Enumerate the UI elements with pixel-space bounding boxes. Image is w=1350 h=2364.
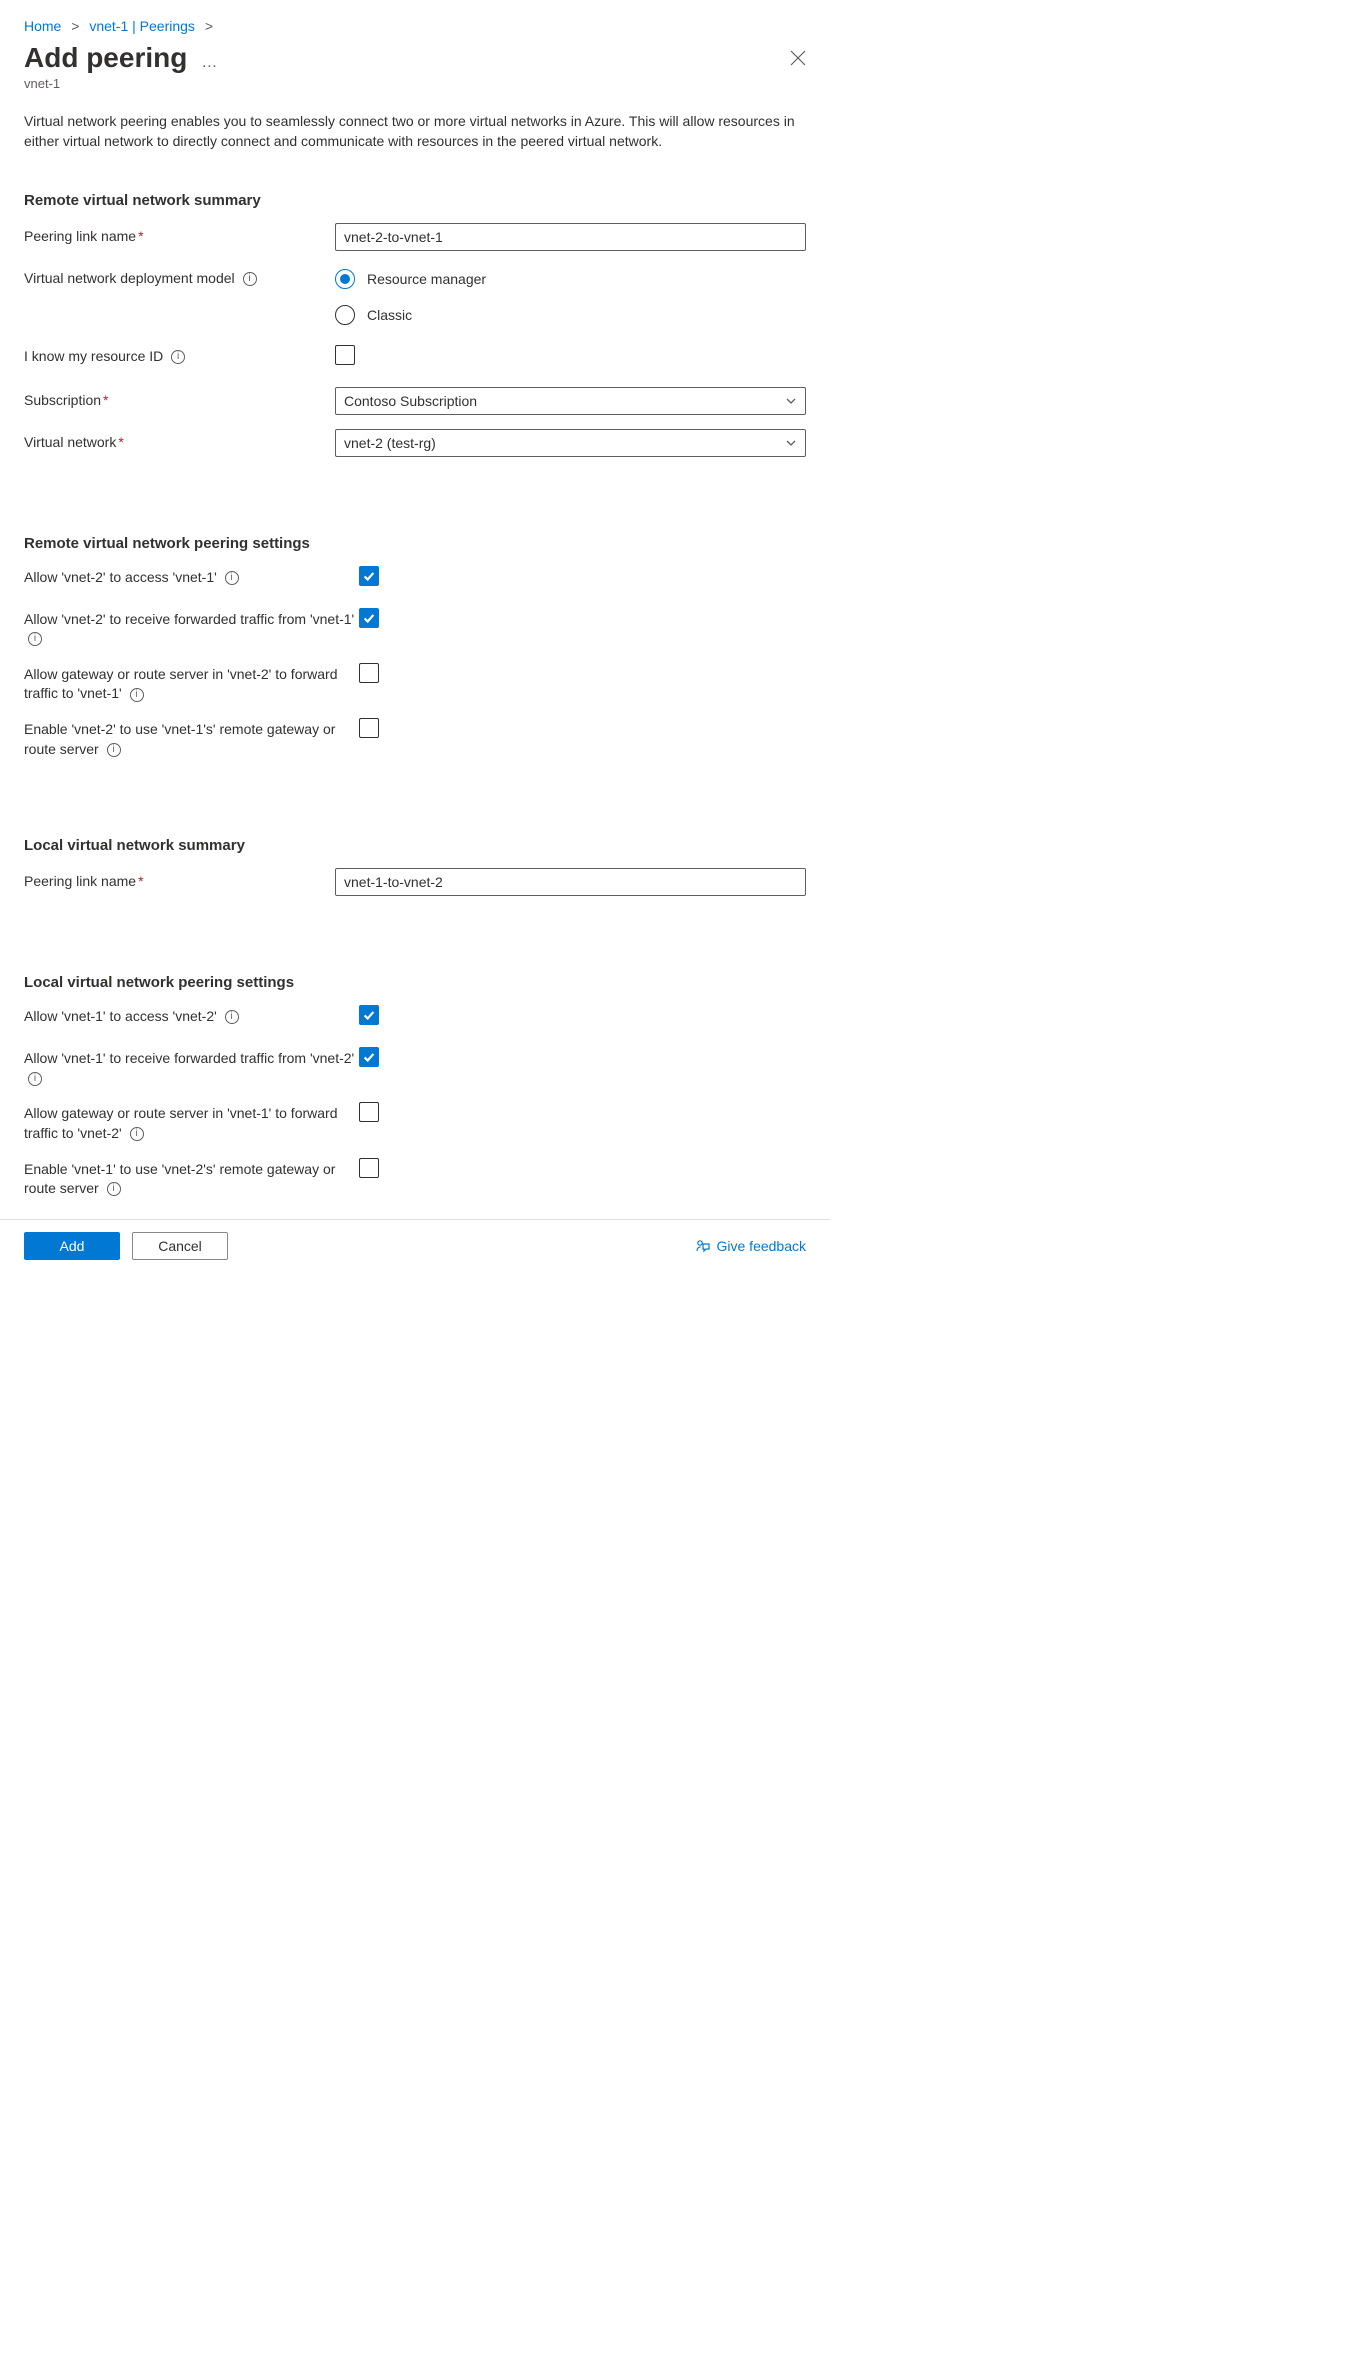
remote-use-remote-gateway-checkbox[interactable]: [359, 718, 379, 738]
page-subtitle: vnet-1: [24, 76, 806, 91]
radio-label: Resource manager: [367, 271, 486, 287]
chevron-down-icon: [785, 437, 797, 449]
info-icon[interactable]: i: [243, 272, 257, 286]
virtual-network-select[interactable]: vnet-2 (test-rg): [335, 429, 806, 457]
remote-allow-gateway-label: Allow gateway or route server in 'vnet-2…: [24, 663, 359, 704]
local-allow-access-checkbox[interactable]: [359, 1005, 379, 1025]
chevron-right-icon: >: [65, 18, 85, 34]
info-icon[interactable]: i: [107, 1182, 121, 1196]
give-feedback-link[interactable]: Give feedback: [695, 1238, 807, 1254]
select-value: vnet-2 (test-rg): [344, 435, 436, 451]
chevron-right-icon: >: [199, 18, 219, 34]
info-icon[interactable]: i: [28, 632, 42, 646]
local-allow-forwarded-checkbox[interactable]: [359, 1047, 379, 1067]
info-icon[interactable]: i: [225, 1010, 239, 1024]
local-allow-gateway-checkbox[interactable]: [359, 1102, 379, 1122]
select-value: Contoso Subscription: [344, 393, 477, 409]
info-icon[interactable]: i: [107, 743, 121, 757]
local-allow-forwarded-label: Allow 'vnet-1' to receive forwarded traf…: [24, 1047, 359, 1088]
remote-allow-access-checkbox[interactable]: [359, 566, 379, 586]
page-description: Virtual network peering enables you to s…: [24, 111, 806, 152]
resource-id-checkbox[interactable]: [335, 345, 355, 365]
breadcrumb-vnet-peerings[interactable]: vnet-1 | Peerings: [89, 18, 195, 34]
section-local-peering-heading: Local virtual network peering settings: [24, 974, 806, 991]
breadcrumb-home[interactable]: Home: [24, 18, 61, 34]
radio-classic[interactable]: Classic: [335, 305, 806, 325]
remote-use-remote-gateway-label: Enable 'vnet-2' to use 'vnet-1's' remote…: [24, 718, 359, 759]
info-icon[interactable]: i: [28, 1072, 42, 1086]
section-remote-summary-heading: Remote virtual network summary: [24, 192, 806, 209]
remote-peering-link-name-input[interactable]: [335, 223, 806, 251]
feedback-icon: [695, 1238, 711, 1254]
breadcrumb: Home > vnet-1 | Peerings >: [24, 18, 806, 34]
local-peering-link-name-input[interactable]: [335, 868, 806, 896]
local-peering-link-name-label: Peering link name*: [24, 868, 335, 892]
local-allow-gateway-label: Allow gateway or route server in 'vnet-1…: [24, 1102, 359, 1143]
add-button[interactable]: Add: [24, 1232, 120, 1260]
radio-resource-manager[interactable]: Resource manager: [335, 269, 806, 289]
subscription-select[interactable]: Contoso Subscription: [335, 387, 806, 415]
local-use-remote-gateway-checkbox[interactable]: [359, 1158, 379, 1178]
remote-allow-forwarded-label: Allow 'vnet-2' to receive forwarded traf…: [24, 608, 359, 649]
info-icon[interactable]: i: [225, 571, 239, 585]
radio-icon: [335, 269, 355, 289]
remote-allow-gateway-checkbox[interactable]: [359, 663, 379, 683]
feedback-label: Give feedback: [717, 1238, 807, 1254]
info-icon[interactable]: i: [130, 1127, 144, 1141]
radio-icon: [335, 305, 355, 325]
virtual-network-label: Virtual network*: [24, 429, 335, 453]
info-icon[interactable]: i: [171, 350, 185, 364]
close-icon[interactable]: [790, 50, 806, 66]
remote-allow-access-label: Allow 'vnet-2' to access 'vnet-1' i: [24, 566, 359, 588]
peering-link-name-label: Peering link name*: [24, 223, 335, 247]
cancel-button[interactable]: Cancel: [132, 1232, 228, 1260]
info-icon[interactable]: i: [130, 688, 144, 702]
section-local-summary-heading: Local virtual network summary: [24, 837, 806, 854]
local-allow-access-label: Allow 'vnet-1' to access 'vnet-2' i: [24, 1005, 359, 1027]
section-remote-peering-heading: Remote virtual network peering settings: [24, 535, 806, 552]
chevron-down-icon: [785, 395, 797, 407]
radio-label: Classic: [367, 307, 412, 323]
more-actions-icon[interactable]: …: [201, 54, 219, 72]
local-use-remote-gateway-label: Enable 'vnet-1' to use 'vnet-2's' remote…: [24, 1158, 359, 1199]
page-title: Add peering: [24, 42, 187, 74]
deployment-model-label: Virtual network deployment model i: [24, 265, 335, 289]
subscription-label: Subscription*: [24, 387, 335, 411]
resource-id-label: I know my resource ID i: [24, 345, 335, 367]
remote-allow-forwarded-checkbox[interactable]: [359, 608, 379, 628]
